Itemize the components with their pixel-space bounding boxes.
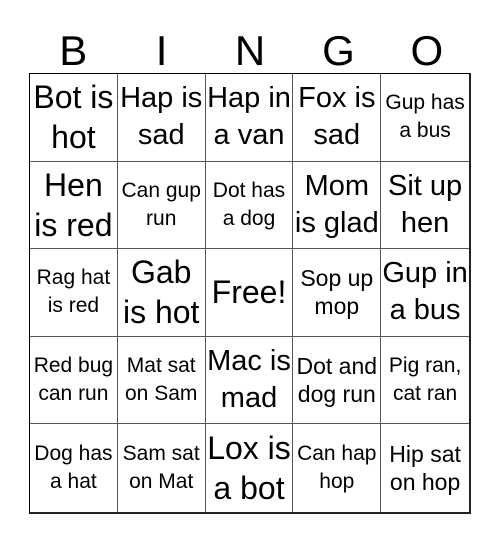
- bingo-cell[interactable]: Pig ran, cat ran: [381, 337, 469, 425]
- cell-text: Mac is mad: [207, 345, 291, 415]
- cell-text: Red bug can run: [33, 354, 114, 406]
- bingo-cell[interactable]: Lox is a bot: [206, 424, 294, 512]
- bingo-cell[interactable]: Dot and dog run: [293, 336, 382, 425]
- cell-text: Fox is sad: [298, 82, 376, 152]
- bingo-cell[interactable]: Mac is mad: [205, 336, 294, 425]
- bingo-header: B I N G O: [29, 28, 471, 73]
- cell-text: Hap is sad: [120, 82, 203, 152]
- bingo-cell[interactable]: Gab is hot: [117, 249, 206, 337]
- cell-text: Can gup run: [121, 178, 201, 230]
- cell-text: Gup in a bus: [382, 257, 468, 327]
- bingo-cell[interactable]: Can gup run: [117, 161, 206, 250]
- cell-text: Lox is a bot: [207, 430, 291, 507]
- cell-text: Hip sat on hop: [389, 441, 461, 496]
- bingo-cell[interactable]: Can hap hop: [293, 424, 382, 512]
- bingo-cell[interactable]: Bot is hot: [30, 74, 118, 162]
- header-letter-b: B: [59, 27, 88, 74]
- header-letter-o: O: [410, 27, 444, 74]
- cell-text: Hen is red: [34, 166, 113, 243]
- bingo-cell[interactable]: Hap is sad: [117, 74, 206, 162]
- bingo-cell[interactable]: Hap in a van: [205, 74, 294, 162]
- bingo-cell[interactable]: Fox is sad: [293, 74, 382, 162]
- bingo-cell[interactable]: Dot has a dog: [205, 161, 294, 250]
- bingo-cell[interactable]: Hip sat on hop: [381, 424, 469, 512]
- cell-text: Bot is hot: [33, 79, 114, 156]
- cell-text: Can hap hop: [297, 442, 377, 494]
- header-letter-i: I: [155, 27, 168, 74]
- bingo-cell[interactable]: Gup has a bus: [381, 74, 469, 162]
- bingo-cell[interactable]: Dog has a hat: [30, 424, 118, 512]
- cell-text: Mat sat on Sam: [125, 354, 198, 406]
- bingo-board: Bot is hot Hap is sad Hap in a van Fox i…: [29, 73, 471, 514]
- cell-text: Dot and dog run: [296, 353, 378, 408]
- bingo-cell[interactable]: Red bug can run: [30, 336, 118, 425]
- bingo-cell[interactable]: Mat sat on Sam: [117, 336, 206, 425]
- cell-text: Gab is hot: [122, 254, 200, 331]
- cell-text: Free!: [211, 274, 287, 311]
- cell-text: Sop up mop: [300, 265, 374, 320]
- bingo-cell[interactable]: Hen is red: [30, 161, 118, 250]
- header-letter-g: G: [322, 27, 355, 74]
- bingo-cell[interactable]: Rag hat is red: [30, 249, 118, 337]
- cell-text: Pig ran, cat ran: [388, 354, 462, 406]
- header-letter-n: N: [234, 27, 266, 74]
- cell-text: Gup has a bus: [385, 91, 465, 143]
- cell-text: Hap in a van: [207, 82, 291, 152]
- free-space-cell[interactable]: Free!: [205, 249, 294, 337]
- bingo-cell[interactable]: Sam sat on Mat: [118, 424, 206, 512]
- cell-text: Sit up hen: [388, 169, 463, 239]
- bingo-cell[interactable]: Sop up mop: [293, 249, 382, 337]
- bingo-cell[interactable]: Mom is glad: [293, 161, 382, 250]
- cell-text: Dog has a hat: [34, 442, 113, 494]
- cell-text: Rag hat is red: [36, 266, 111, 318]
- cell-text: Dot has a dog: [212, 178, 286, 230]
- bingo-cell[interactable]: Sit up hen: [381, 162, 469, 250]
- cell-text: Sam sat on Mat: [122, 442, 200, 494]
- cell-text: Mom is glad: [294, 169, 379, 239]
- bingo-cell[interactable]: Gup in a bus: [381, 249, 469, 337]
